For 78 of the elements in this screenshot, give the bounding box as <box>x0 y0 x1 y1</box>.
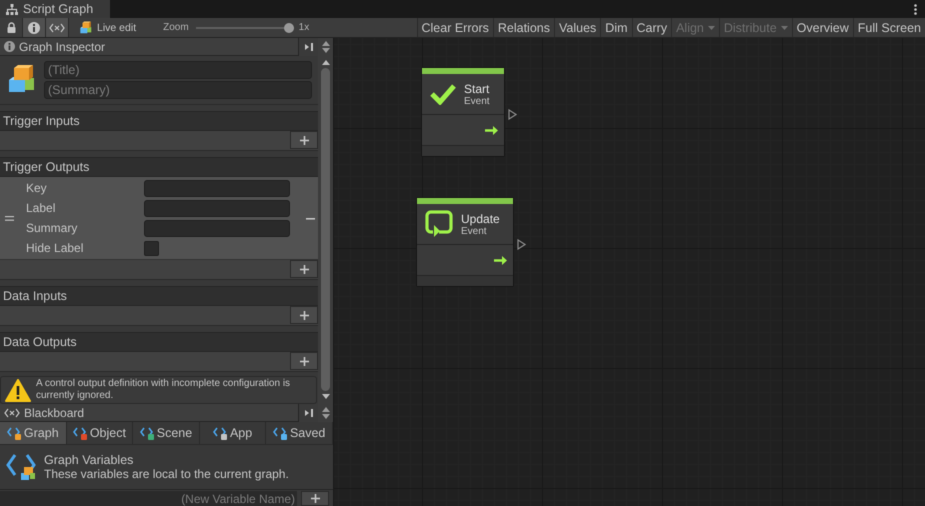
output-port-icon <box>517 238 526 250</box>
loop-icon <box>425 210 453 238</box>
text-field[interactable] <box>144 180 290 196</box>
field-label: Summary <box>26 220 78 237</box>
field-label: Label <box>26 200 56 217</box>
tab[interactable]: Graph <box>0 422 67 444</box>
text-field[interactable] <box>144 200 290 216</box>
graph-node[interactable]: Update Event <box>416 197 514 287</box>
add-button[interactable] <box>290 306 318 324</box>
output-port-icon <box>508 108 517 120</box>
scrollbar-thumb[interactable] <box>321 68 330 391</box>
tab-title: Script Graph <box>23 2 94 16</box>
section-title: Graph Variables <box>44 453 134 467</box>
variable-scope-icon <box>212 426 229 440</box>
variable-scope-icon <box>6 426 23 440</box>
field-label: Key <box>26 180 48 197</box>
hierarchy-icon <box>6 4 18 14</box>
add-button[interactable] <box>290 260 318 278</box>
slider-thumb[interactable] <box>284 22 294 32</box>
add-button[interactable] <box>301 491 329 506</box>
collapse-icon <box>304 408 314 418</box>
toggle-button[interactable] <box>46 18 69 37</box>
zoom-label: Zoom <box>163 22 189 33</box>
warning-icon <box>5 378 31 402</box>
variable-scope-icon <box>272 426 289 440</box>
collapse-icon <box>304 42 314 52</box>
drag-handle-icon <box>5 216 14 220</box>
up-arrow-icon <box>322 41 330 46</box>
arrow-icon <box>494 256 507 264</box>
zoom-value: 1x <box>298 22 310 33</box>
description: These variables are local to the current graph. <box>44 467 289 481</box>
panel-title: Graph Inspector <box>19 40 106 54</box>
node-subtitle: Event <box>464 96 490 106</box>
variables-icon <box>49 22 65 32</box>
plus-icon <box>300 356 308 366</box>
panel-title: Blackboard <box>24 406 86 420</box>
section-header: Data Outputs <box>0 332 318 352</box>
down-arrow-icon <box>322 394 330 399</box>
caret-icon <box>780 26 788 30</box>
checkmark-icon <box>430 83 456 105</box>
add-button[interactable] <box>290 352 318 370</box>
summary-field[interactable]: (Summary) <box>44 81 312 99</box>
info-icon <box>4 41 15 52</box>
text-field[interactable] <box>144 220 290 236</box>
node-title: Start <box>464 82 490 96</box>
live-edit-button[interactable]: Live edit <box>69 18 146 37</box>
cubes-icon <box>79 20 93 34</box>
plus-icon <box>310 494 320 503</box>
variable-name-field[interactable]: (New Variable Name) <box>0 491 297 506</box>
plus-icon <box>300 136 308 144</box>
graph-variables-icon <box>6 451 38 483</box>
toggle-button[interactable] <box>23 18 46 37</box>
node-subtitle: Event <box>461 226 488 236</box>
node-title: Update <box>461 212 500 226</box>
window-tab[interactable]: Script Graph <box>0 0 110 18</box>
up-arrow-icon <box>322 407 330 412</box>
up-arrow-icon <box>322 60 330 65</box>
section-header: Data Inputs <box>0 286 318 306</box>
warning-message: A control output definition with incomplete configuration is currently ignored. <box>36 378 292 402</box>
arrow-icon <box>485 126 498 134</box>
lock-icon <box>6 22 16 33</box>
down-arrow-icon <box>322 414 330 419</box>
section-header: Trigger Inputs <box>0 111 318 131</box>
variable-scope-icon <box>140 426 156 440</box>
field-label: Hide Label <box>26 240 84 257</box>
variables-icon <box>4 408 20 418</box>
add-button[interactable] <box>290 131 318 149</box>
title-field[interactable]: (Title) <box>44 61 312 79</box>
checkbox[interactable] <box>144 240 159 256</box>
info-icon <box>28 22 40 34</box>
caret-icon <box>708 26 715 30</box>
section-header: Trigger Outputs <box>0 157 318 177</box>
variable-scope-icon <box>72 426 89 440</box>
plus-icon <box>300 310 308 320</box>
kebab-menu-icon <box>914 4 917 14</box>
down-arrow-icon <box>322 48 330 53</box>
graph-node[interactable]: Start Event <box>421 67 505 157</box>
plus-icon <box>300 264 308 274</box>
